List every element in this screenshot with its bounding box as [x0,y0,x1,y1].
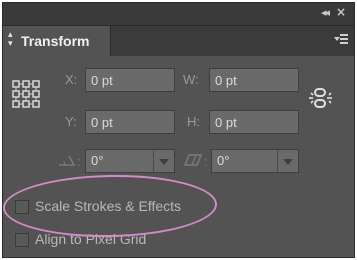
highlight-ellipse [3,173,218,239]
h-label: H: [187,114,200,129]
width-input[interactable]: 0 pt [209,68,299,92]
panel-tab-row: ▴ ▾ Transform [3,26,354,56]
expand-collapse-icon[interactable]: ▴ ▾ [8,31,13,49]
rotate-value: 0° [91,153,104,168]
align-pixel-grid-checkbox[interactable] [15,233,29,247]
shear-colon: : [204,154,208,169]
chevron-down-icon[interactable] [153,150,174,172]
tab-transform-label: Transform [21,33,90,49]
rotate-dropdown[interactable]: 0° [85,149,175,173]
y-input[interactable]: 0 pt [85,110,175,134]
rotate-angle-icon [59,155,76,166]
rotate-colon: : [77,154,81,169]
collapse-icon[interactable]: ◂◂ [321,6,330,19]
close-icon[interactable]: × [336,5,346,19]
panel-menu-icon[interactable] [334,34,348,46]
transform-panel: ◂◂ × ▴ ▾ Transform X: 0 pt W: 0 pt Y: 0 … [2,2,355,258]
constrain-proportions-icon[interactable] [308,87,334,109]
w-label: W: [183,72,199,87]
y-label: Y: [65,114,77,129]
shear-angle-icon [183,154,203,166]
x-input[interactable]: 0 pt [85,68,175,92]
reference-point-icon[interactable] [11,79,41,109]
shear-dropdown[interactable]: 0° [211,149,299,173]
height-input[interactable]: 0 pt [209,110,299,134]
panel-top-strip: ◂◂ × [3,3,354,26]
x-label: X: [65,72,78,87]
shear-value: 0° [217,153,230,168]
tab-transform[interactable]: ▴ ▾ Transform [3,26,111,56]
chevron-down-icon[interactable] [277,150,298,172]
